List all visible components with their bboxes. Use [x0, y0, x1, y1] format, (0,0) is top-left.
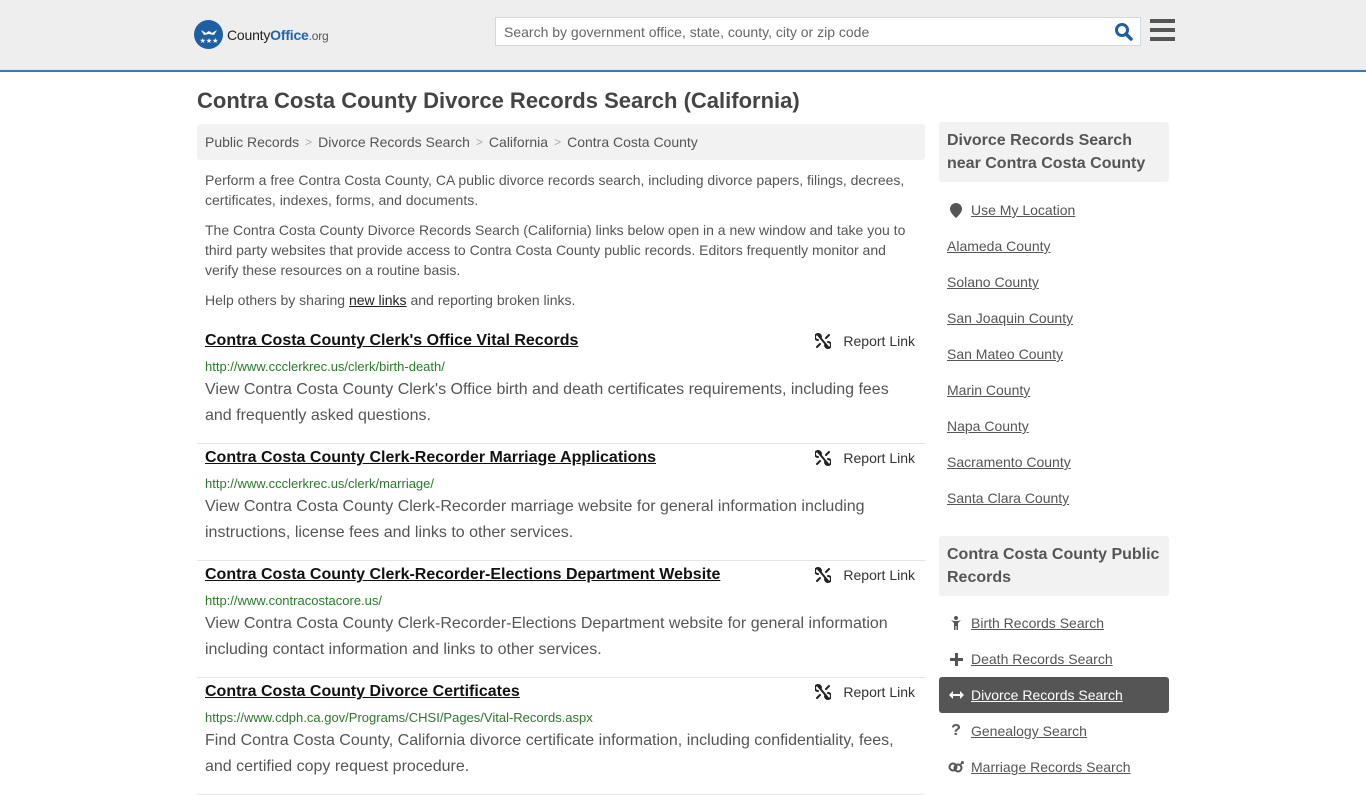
result-description: View Contra Costa County Clerk's Office … [205, 381, 889, 424]
report-link-button[interactable]: Report Link [815, 684, 915, 700]
share-links-paragraph: Help others by sharing new links and rep… [205, 292, 576, 308]
result-url: http://www.contracostacore.us/ [205, 593, 383, 608]
breadcrumb-separator: > [475, 135, 483, 149]
use-my-location-link[interactable]: Use My Location [971, 202, 1075, 218]
arrows-horizontal-icon [947, 690, 965, 700]
sidebar-item-genealogy[interactable]: ? Genealogy Search [939, 713, 1169, 749]
report-link-button[interactable]: Report Link [815, 567, 915, 583]
public-records-heading: Contra Costa County Public Records [939, 536, 1169, 596]
new-links-link[interactable]: new links [349, 292, 407, 308]
search-input[interactable] [496, 18, 1106, 45]
page-title: Contra Costa County Divorce Records Sear… [197, 88, 800, 113]
report-link-button[interactable]: Report Link [815, 333, 915, 349]
broken-link-icon [815, 684, 832, 700]
breadcrumb-divorce-records-search[interactable]: Divorce Records Search [318, 134, 470, 150]
svg-text:★★★: ★★★ [199, 37, 218, 45]
gender-icon [947, 761, 965, 773]
sidebar-item-marriage-records[interactable]: Marriage Records Search [939, 749, 1169, 785]
breadcrumb-separator: > [305, 135, 313, 149]
result-title-link[interactable]: Contra Costa County Clerk-Recorder-Elect… [205, 566, 720, 584]
nearby-county-link[interactable]: Solano County [947, 274, 1039, 290]
breadcrumb-separator: > [554, 135, 562, 149]
sidebar-item-divorce-records[interactable]: Divorce Records Search [939, 677, 1169, 713]
breadcrumb-public-records[interactable]: Public Records [205, 134, 299, 150]
site-header: ★★★ CountyOffice.org [0, 0, 1366, 72]
breadcrumb-california[interactable]: California [489, 134, 548, 150]
nearby-county-link[interactable]: Sacramento County [947, 454, 1071, 470]
nearby-county-link[interactable]: Marin County [947, 382, 1030, 398]
report-link-button[interactable]: Report Link [815, 450, 915, 466]
disclaimer-paragraph: The Contra Costa County Divorce Records … [205, 222, 906, 278]
breadcrumb-current: Contra Costa County [567, 134, 698, 150]
search-box [495, 17, 1141, 46]
search-icon[interactable] [1114, 22, 1134, 42]
site-logo[interactable]: ★★★ CountyOffice.org [194, 20, 329, 49]
plus-icon [947, 652, 965, 666]
question-icon: ? [951, 722, 961, 739]
nearby-county-link[interactable]: San Mateo County [947, 346, 1063, 362]
breadcrumb: Public Records > Divorce Records Search … [197, 124, 925, 160]
hamburger-menu-icon[interactable] [1150, 19, 1175, 41]
nearby-county-link[interactable]: San Joaquin County [947, 310, 1073, 326]
child-icon [947, 616, 965, 630]
nearby-county-link[interactable]: Napa County [947, 418, 1029, 434]
result-description: View Contra Costa County Clerk-Recorder … [205, 498, 865, 541]
use-my-location[interactable]: Use My Location [939, 192, 1169, 228]
result-description: Find Contra Costa County, California div… [205, 732, 894, 775]
eagle-stars-logo-icon: ★★★ [194, 20, 223, 49]
result-title-link[interactable]: Contra Costa County Clerk's Office Vital… [205, 332, 578, 350]
result-item: Contra Costa County Clerk-Recorder-Elect… [197, 561, 925, 678]
result-item: Contra Costa County Divorce Certificates… [197, 678, 925, 795]
intro-paragraph: Perform a free Contra Costa County, CA p… [205, 172, 905, 208]
broken-link-icon [815, 333, 832, 349]
nearby-county-link[interactable]: Alameda County [947, 238, 1051, 254]
nearby-heading: Divorce Records Search near Contra Costa… [939, 122, 1169, 182]
result-url: http://www.ccclerkrec.us/clerk/birth-dea… [205, 359, 445, 374]
result-item: Contra Costa County Clerk's Office Vital… [197, 327, 925, 444]
broken-link-icon [815, 567, 832, 583]
broken-link-icon [815, 450, 832, 466]
sidebar-item-birth-records[interactable]: Birth Records Search [939, 605, 1169, 641]
logo-wordmark: CountyOffice.org [227, 26, 329, 43]
nearby-county-link[interactable]: Santa Clara County [947, 490, 1069, 506]
result-item: Contra Costa County Clerk-Recorder Marri… [197, 444, 925, 561]
sidebar-item-death-records[interactable]: Death Records Search [939, 641, 1169, 677]
result-title-link[interactable]: Contra Costa County Clerk-Recorder Marri… [205, 449, 656, 467]
result-description: View Contra Costa County Clerk-Recorder-… [205, 615, 888, 658]
result-title-link[interactable]: Contra Costa County Divorce Certificates [205, 683, 520, 701]
result-url: http://www.ccclerkrec.us/clerk/marriage/ [205, 476, 435, 491]
result-url: https://www.cdph.ca.gov/Programs/CHSI/Pa… [205, 710, 593, 725]
map-marker-icon [947, 202, 965, 218]
